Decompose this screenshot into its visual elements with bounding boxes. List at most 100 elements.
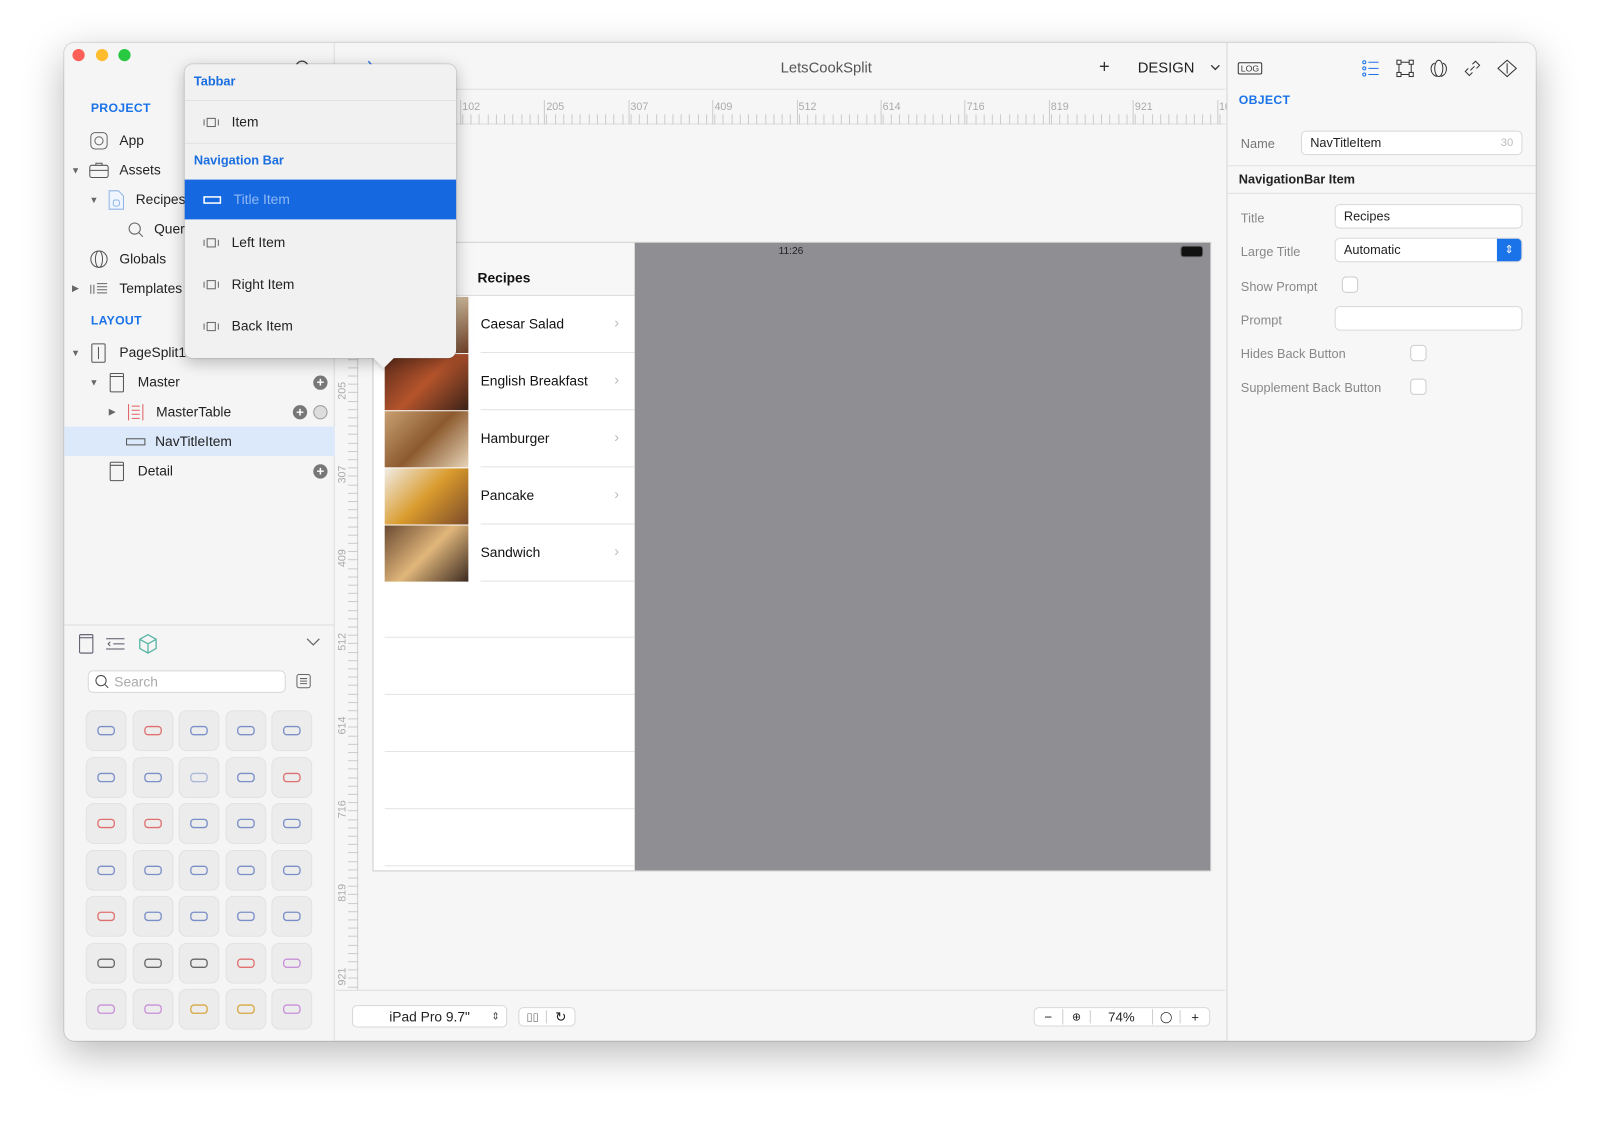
chevron-down-icon[interactable] — [306, 638, 320, 647]
title-field[interactable]: Recipes — [1334, 204, 1523, 229]
library-text-input-button[interactable] — [178, 849, 220, 891]
prompt-field[interactable] — [1334, 306, 1523, 331]
tree-item-detail[interactable]: Detail + — [64, 456, 334, 486]
zoom-out-button[interactable]: − — [1035, 1009, 1063, 1025]
library-switch-button[interactable] — [225, 710, 267, 752]
library-gesture-button[interactable] — [225, 895, 267, 937]
minimize-button[interactable] — [95, 48, 109, 62]
title-label: Title — [1240, 211, 1265, 226]
zoom-actual-button[interactable]: ◯ — [1153, 1010, 1181, 1024]
supplement-back-checkbox[interactable] — [1410, 378, 1427, 395]
frame-tab-icon[interactable] — [1396, 59, 1414, 78]
add-child-button[interactable]: + — [313, 374, 328, 390]
action-library-icon[interactable] — [105, 637, 125, 651]
name-field[interactable]: NavTitleItem 30 — [1301, 130, 1523, 156]
library-toolbar-button[interactable] — [271, 803, 313, 844]
library-slider-button[interactable] — [271, 710, 313, 752]
tree-item-navtitleitem[interactable]: NavTitleItem — [64, 426, 335, 457]
layout-toggle-button[interactable]: ▯▯ — [519, 1010, 547, 1024]
table-row[interactable]: Hamburger › — [373, 410, 635, 468]
library-button-button[interactable] — [85, 710, 127, 752]
table-row[interactable]: Pancake › — [373, 467, 635, 525]
library-image-button[interactable] — [85, 756, 127, 798]
library-activity-button[interactable] — [178, 756, 220, 798]
component-library-icon[interactable] — [139, 633, 157, 654]
rotate-button[interactable]: ↻ — [547, 1009, 575, 1025]
menu-item-left-item[interactable]: Left Item — [185, 222, 456, 262]
ruler-minor-tick — [1000, 114, 1002, 125]
library-text-field-pair-button[interactable] — [225, 803, 267, 844]
image-icon — [97, 772, 115, 782]
mode-selector[interactable]: DESIGN — [1138, 60, 1195, 76]
search-icon — [95, 674, 109, 689]
list-view-icon[interactable] — [296, 673, 311, 689]
library-video-button[interactable] — [178, 895, 220, 937]
close-button[interactable] — [72, 48, 85, 62]
library-layer-2-button[interactable] — [85, 988, 127, 1030]
library-frame-button[interactable] — [85, 942, 127, 984]
disclosure-right-icon[interactable]: ▶ — [70, 283, 80, 294]
ruler-tick-label: 921 — [1134, 101, 1153, 114]
library-split-button[interactable] — [225, 942, 267, 984]
large-title-select[interactable]: Automatic ⇕ — [1334, 237, 1523, 263]
ruler-minor-tick — [347, 425, 359, 427]
tree-item-master[interactable]: ▼ Master + — [64, 367, 334, 397]
library-picker-button[interactable] — [178, 803, 220, 844]
library-connector-button[interactable] — [271, 895, 313, 937]
menu-item-item[interactable]: Item — [185, 102, 456, 142]
library-database-button[interactable] — [271, 988, 313, 1030]
library-shape-button[interactable] — [178, 942, 220, 984]
add-button[interactable]: + — [1099, 56, 1110, 77]
library-orbit-button[interactable] — [225, 988, 267, 1030]
library-location-button[interactable] — [178, 988, 220, 1030]
link-tab-icon[interactable] — [1463, 59, 1481, 77]
library-camera-button[interactable] — [132, 895, 174, 937]
disclosure-right-icon[interactable]: ▶ — [107, 406, 117, 417]
table-row[interactable]: Sandwich › — [373, 524, 635, 582]
disclosure-down-icon[interactable]: ▼ — [70, 165, 80, 175]
disclosure-down-icon[interactable]: ▼ — [89, 194, 99, 204]
log-button[interactable]: LOG — [1237, 62, 1263, 75]
add-child-button[interactable]: + — [313, 463, 328, 479]
add-child-button[interactable]: + — [292, 404, 308, 419]
library-search-input[interactable]: Search — [87, 670, 286, 693]
status-circle-icon[interactable] — [313, 404, 328, 419]
library-web-button[interactable] — [225, 849, 267, 891]
zoom-fit-button[interactable]: ⊕ — [1063, 1010, 1092, 1024]
disclosure-down-icon[interactable]: ▼ — [89, 377, 99, 387]
library-collection-button[interactable] — [132, 803, 174, 844]
hides-back-checkbox[interactable] — [1410, 344, 1427, 362]
tree-item-mastertable[interactable]: ▶ MasterTable + — [64, 397, 334, 427]
library-search-button[interactable] — [132, 849, 174, 891]
properties-tab-icon[interactable] — [1361, 59, 1379, 77]
chevron-down-icon[interactable] — [1210, 64, 1220, 71]
device-selector[interactable]: iPad Pro 9.7" ⇕ — [352, 1005, 508, 1028]
show-prompt-checkbox[interactable] — [1341, 276, 1359, 293]
ruler-minor-tick — [347, 475, 359, 477]
library-stepper-button[interactable] — [225, 756, 267, 798]
library-chart-button[interactable] — [271, 849, 313, 891]
events-tab-icon[interactable] — [1497, 59, 1518, 78]
library-layer-3-button[interactable] — [132, 988, 174, 1030]
library-progress-button[interactable] — [132, 756, 174, 798]
menu-item-title-item[interactable]: Title Item — [184, 179, 457, 220]
zoom-button[interactable] — [118, 48, 131, 62]
library-vibrate-button[interactable] — [85, 895, 127, 937]
zoom-in-button[interactable]: + — [1181, 1009, 1209, 1024]
library-label-button[interactable] — [178, 710, 220, 752]
library-layer-button[interactable] — [271, 942, 313, 984]
ruler-minor-tick — [815, 114, 817, 125]
library-text-button[interactable] — [85, 849, 127, 891]
menu-item-right-item[interactable]: Right Item — [185, 264, 456, 304]
table-row[interactable]: English Breakfast › — [373, 353, 635, 411]
nav-title[interactable]: Recipes — [478, 270, 531, 285]
menu-item-back-item[interactable]: Back Item — [185, 306, 456, 346]
library-circle-button[interactable] — [132, 942, 174, 984]
library-segmented-button[interactable] — [271, 756, 313, 798]
library-table-button[interactable] — [85, 803, 127, 844]
page-library-icon[interactable] — [79, 634, 95, 654]
style-tab-icon[interactable] — [1429, 59, 1449, 78]
library-view-button[interactable] — [132, 710, 174, 752]
disclosure-down-icon[interactable]: ▼ — [70, 347, 80, 357]
large-title-label: Large Title — [1240, 244, 1301, 260]
